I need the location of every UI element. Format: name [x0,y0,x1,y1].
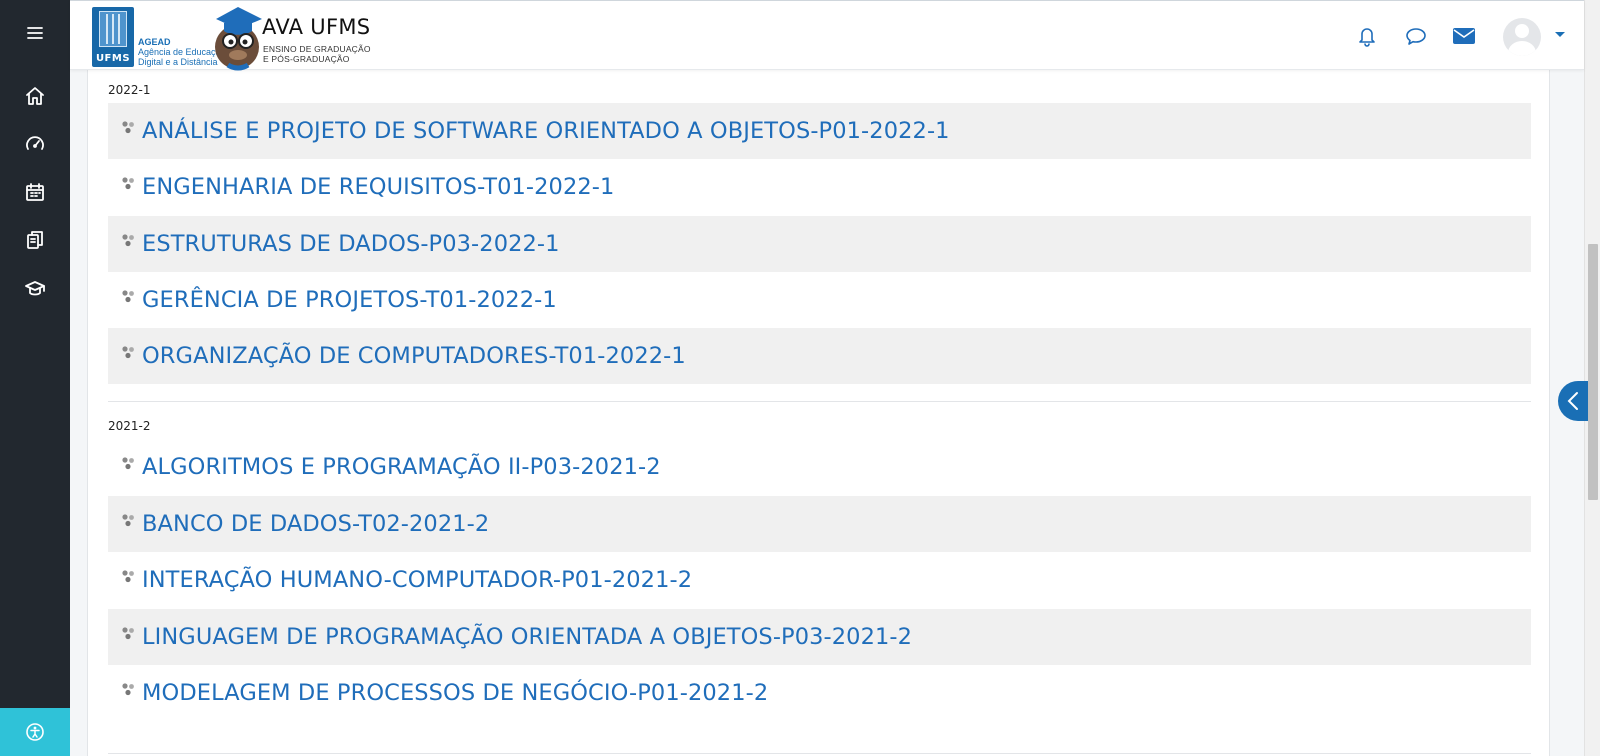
course-link[interactable]: ANÁLISE E PROJETO DE SOFTWARE ORIENTADO … [108,103,1531,159]
course-link[interactable]: INTERAÇÃO HUMANO-COMPUTADOR-P01-2021-2 [108,552,1531,608]
course-list-card: 2022-1 ANÁLISE E PROJETO DE SOFTWARE ORI… [87,70,1550,756]
ufms-building-graphic [99,11,127,47]
graduation-cap-icon [25,281,45,296]
top-navbar: UFMS AGEAD Agência de Educação Digital e… [70,0,1584,71]
site-subtitle-line2: E PÓS-GRADUAÇÃO [263,54,350,64]
left-sidebar [0,0,70,756]
site-title: AVA UFMS [262,15,371,39]
sidebar-item-home[interactable] [0,73,70,119]
email-button[interactable] [1451,23,1477,49]
group-divider [108,401,1531,402]
user-avatar[interactable] [1503,18,1541,56]
sidebar-item-files[interactable] [0,217,70,263]
course-name: LINGUAGEM DE PROGRAMAÇÃO ORIENTADA A OBJ… [142,624,913,650]
home-icon [26,87,44,105]
messages-drawer-button[interactable] [1403,23,1429,49]
course-name: ANÁLISE E PROJETO DE SOFTWARE ORIENTADO … [142,118,950,144]
semester-label: 2021-2 [108,419,151,433]
open-drawer-button[interactable] [1558,381,1588,421]
menu-icon [27,27,43,39]
calendar-icon [26,183,44,201]
course-name: BANCO DE DADOS-T02-2021-2 [142,511,490,537]
course-icon [122,346,134,359]
course-name: ESTRUTURAS DE DADOS-P03-2022-1 [142,231,560,257]
course-link[interactable]: MODELAGEM DE PROCESSOS DE NEGÓCIO-P01-20… [108,665,1531,721]
course-icon [122,457,134,470]
sidebar-item-courses[interactable] [0,265,70,311]
course-link[interactable]: GERÊNCIA DE PROJETOS-T01-2022-1 [108,272,1531,328]
scrollbar-thumb[interactable] [1588,244,1598,500]
bell-icon [1359,28,1375,47]
course-icon [122,570,134,583]
sidebar-item-dashboard[interactable] [0,121,70,167]
group-divider [108,753,1531,754]
semester-label: 2022-1 [108,83,151,97]
chat-icon [1406,28,1426,45]
course-link[interactable]: ORGANIZAÇÃO DE COMPUTADORES-T01-2022-1 [108,328,1531,384]
course-icon [122,514,134,527]
course-name: ORGANIZAÇÃO DE COMPUTADORES-T01-2022-1 [142,343,686,369]
sidebar-item-calendar[interactable] [0,169,70,215]
course-name: GERÊNCIA DE PROJETOS-T01-2022-1 [142,287,557,313]
course-icon [122,290,134,303]
ufms-logo-text: UFMS [95,53,131,64]
course-link[interactable]: LINGUAGEM DE PROGRAMAÇÃO ORIENTADA A OBJ… [108,609,1531,665]
envelope-icon [1453,28,1475,44]
course-icon [122,121,134,134]
course-name: ENGENHARIA DE REQUISITOS-T01-2022-1 [142,174,615,200]
mascot-logo [215,7,262,71]
course-link[interactable]: ESTRUTURAS DE DADOS-P03-2022-1 [108,216,1531,272]
course-icon [122,177,134,190]
course-link[interactable]: BANCO DE DADOS-T02-2021-2 [108,496,1531,552]
dashboard-icon [26,136,44,150]
course-name: ALGORITMOS E PROGRAMAÇÃO II-P03-2021-2 [142,454,661,480]
ufms-logo[interactable]: UFMS [92,7,134,67]
page-scrollbar[interactable] [1584,0,1600,756]
course-icon [122,234,134,247]
site-subtitle: ENSINO DE GRADUAÇÃO E PÓS-GRADUAÇÃO [263,44,371,64]
course-name: MODELAGEM DE PROCESSOS DE NEGÓCIO-P01-20… [142,680,769,706]
course-icon [122,683,134,696]
course-link[interactable]: ALGORITMOS E PROGRAMAÇÃO II-P03-2021-2 [108,439,1531,495]
site-subtitle-line1: ENSINO DE GRADUAÇÃO [263,44,371,54]
course-icon [122,627,134,640]
course-link[interactable]: ENGENHARIA DE REQUISITOS-T01-2022-1 [108,159,1531,215]
caret-down-icon[interactable] [1555,32,1565,37]
files-icon [27,231,43,249]
notifications-button[interactable] [1354,23,1380,49]
menu-toggle-button[interactable] [0,10,70,56]
accessibility-button[interactable] [0,708,70,756]
accessibility-icon [26,723,44,741]
chevron-left-icon [1567,392,1578,410]
course-name: INTERAÇÃO HUMANO-COMPUTADOR-P01-2021-2 [142,567,693,593]
